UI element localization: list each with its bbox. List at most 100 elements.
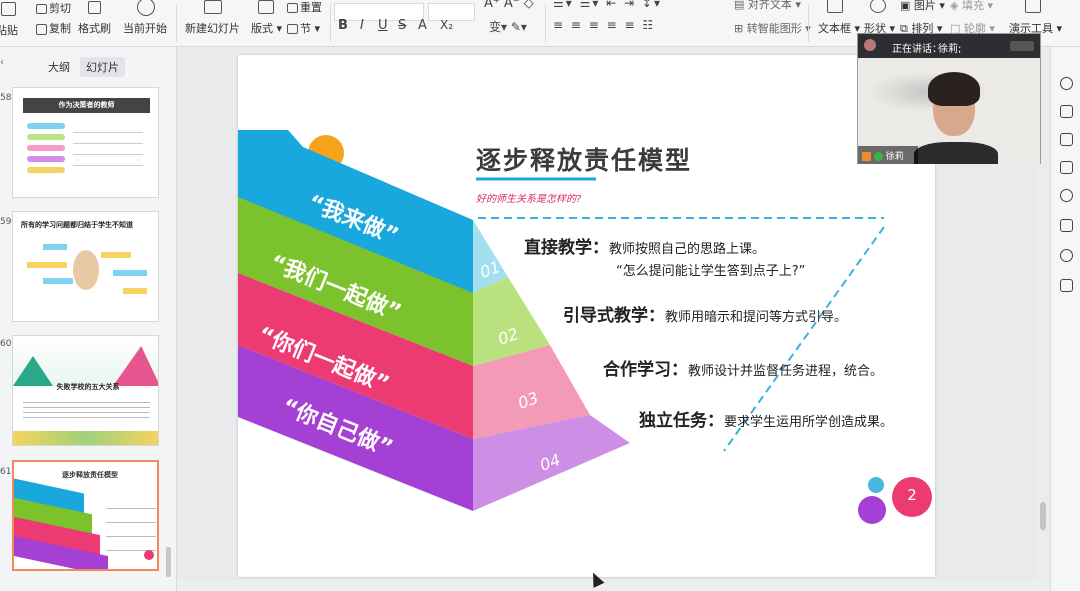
scissors-icon xyxy=(36,4,47,14)
item-text: 要求学生运用所学创造成果。 xyxy=(724,415,894,430)
paste-button[interactable] xyxy=(1,2,18,16)
robot-icon[interactable] xyxy=(1060,219,1073,232)
thumb-number: 61 xyxy=(0,467,12,477)
tools-icon[interactable] xyxy=(1060,279,1073,292)
slide-thumbnail[interactable]: 作为决策者的教师 xyxy=(12,87,159,198)
play-icon[interactable] xyxy=(137,0,155,19)
thumbnail-scrollbar[interactable] xyxy=(166,547,171,577)
item-independent-task: 独立任务：要求学生运用所学创造成果。 xyxy=(639,406,893,431)
participant-tag: 徐莉 xyxy=(858,146,918,164)
slide-thumbnail[interactable]: 失败学校的五大关系 xyxy=(12,335,159,446)
location-icon[interactable] xyxy=(1060,249,1073,262)
right-sidebar xyxy=(1050,47,1080,591)
item-question: “怎么提问能让学生答到点子上?” xyxy=(616,260,805,279)
reset-button[interactable]: 重置 xyxy=(287,0,322,15)
thumb-title: 逐步释放责任模型 xyxy=(62,471,118,479)
decor-circle xyxy=(868,477,884,493)
fill-label: 填充 xyxy=(961,0,984,12)
item-head: 直接教学： xyxy=(524,238,609,258)
list-icons[interactable]: ☰▾ ☰▾ ⇤ ⇥ ↕▾ xyxy=(553,0,662,10)
slide-thumbnail[interactable]: 所有的学习问题都归结于学生不知道 xyxy=(12,211,159,322)
copy-label: 复制 xyxy=(49,22,71,35)
copy-icon xyxy=(36,23,47,35)
bold-button[interactable]: B xyxy=(338,18,348,33)
mic-icon xyxy=(873,152,883,161)
thumb-number: 58 xyxy=(0,93,12,103)
underline-button[interactable]: U xyxy=(378,18,388,33)
user-icon xyxy=(862,152,871,161)
person-body xyxy=(914,142,998,164)
video-header: 正在讲话： 徐莉; xyxy=(858,34,1040,58)
participant-name: 徐莉 xyxy=(885,152,904,162)
format-painter-button[interactable] xyxy=(82,0,103,14)
video-call-window[interactable]: 正在讲话： 徐莉; 徐莉 xyxy=(857,33,1041,164)
section-icon xyxy=(287,24,298,34)
thumb-number: 59 xyxy=(0,217,12,227)
horizontal-scrollbar[interactable] xyxy=(177,580,1050,591)
new-slide-icon[interactable] xyxy=(204,0,224,14)
textbox-button[interactable]: 文本框 ▾ xyxy=(818,20,860,36)
paste-icon xyxy=(1,2,16,16)
item-guided-teaching: 引导式教学：教师用暗示和提问等方式引导。 xyxy=(563,301,847,326)
italic-button[interactable]: I xyxy=(360,18,364,33)
layout-icon[interactable] xyxy=(258,0,276,14)
copy-button[interactable]: 复制 xyxy=(36,20,71,36)
thumb-title: 所有的学习问题都归结于学生不知道 xyxy=(21,221,133,229)
person-hair xyxy=(928,72,980,106)
strike-button[interactable]: S xyxy=(398,18,406,33)
thumb-title: 作为决策者的教师 xyxy=(23,98,150,113)
smart-graphic-label: 转智能图形 xyxy=(746,22,802,35)
phonetic-icon[interactable]: 变▾ ✎▾ xyxy=(489,18,527,35)
video-feed: 徐莉 xyxy=(858,58,1040,164)
start-from-current-button[interactable]: 当前开始 xyxy=(123,20,167,36)
align-text-label: 对齐文本 xyxy=(747,0,792,11)
copy-icon[interactable] xyxy=(1060,161,1073,174)
font-grow-icon[interactable]: A⁺ A⁻ ◇ xyxy=(484,0,534,11)
font-color-button[interactable]: A xyxy=(418,18,427,33)
slide: “我来做” “我们一起做” “你们一起做” “你自己做” 01 02 03 04… xyxy=(238,55,935,577)
slide-thumbnail-panel: ‹ 大纲 幻灯片 58 作为决策者的教师 59 所有的学习问题都归结于学生不知道… xyxy=(0,47,177,591)
star-icon[interactable] xyxy=(1060,133,1073,146)
item-head: 引导式教学： xyxy=(563,306,665,326)
picture-button[interactable]: ▣ 图片 ▾ xyxy=(900,0,945,13)
subscript-button[interactable]: X₂ xyxy=(440,18,453,32)
section-button[interactable]: 节 ▾ xyxy=(287,20,320,36)
tab-slides[interactable]: 幻灯片 xyxy=(80,57,125,77)
shape-icon[interactable] xyxy=(870,0,888,13)
item-text: 教师按照自己的思路上课。 xyxy=(609,242,766,257)
align-text-button[interactable]: ▤ 对齐文本 ▾ xyxy=(734,0,801,12)
presentation-tools-icon[interactable] xyxy=(1025,0,1043,13)
fill-button[interactable]: ◈ 填充 ▾ xyxy=(950,0,993,13)
decor-circle xyxy=(858,496,886,524)
page-badge: 2 xyxy=(907,486,917,504)
smart-graphic-button[interactable]: ⊞ 转智能图形 ▾ xyxy=(734,20,811,36)
speaker-avatar xyxy=(864,39,876,51)
textbox-icon[interactable] xyxy=(827,0,845,13)
item-head: 独立任务： xyxy=(639,411,724,431)
slide-title: 逐步释放责任模型 xyxy=(476,146,693,175)
section-label: 节 xyxy=(300,22,311,35)
item-head: 合作学习： xyxy=(603,360,688,380)
thumb-number: 60 xyxy=(0,339,12,349)
item-text: 教师设计并监督任务进程，统合。 xyxy=(688,364,884,379)
layout-button[interactable]: 版式 ▾ xyxy=(251,20,282,36)
new-slide-button[interactable]: 新建幻灯片 xyxy=(185,20,240,36)
cut-button[interactable]: 剪切 xyxy=(36,0,71,16)
speaker-name: 徐莉; xyxy=(938,44,962,55)
window-controls[interactable] xyxy=(1010,41,1034,51)
help-icon[interactable] xyxy=(1060,189,1073,202)
thumb-title: 失败学校的五大关系 xyxy=(56,383,120,391)
slide-thumbnail-selected[interactable]: 逐步释放责任模型 xyxy=(12,460,159,571)
tab-outline[interactable]: 大纲 xyxy=(42,57,76,77)
paste-label[interactable]: 粘贴 xyxy=(0,22,18,38)
align-icons[interactable]: ≡ ≡ ≡ ≡ ≡ ☷ xyxy=(553,18,655,32)
layout-label: 版式 xyxy=(251,22,273,35)
item-text: 教师用暗示和提问等方式引导。 xyxy=(665,310,848,325)
picture-label: 图片 xyxy=(913,0,936,12)
format-painter-label[interactable]: 格式刷 xyxy=(78,20,111,36)
item-text: “怎么提问能让学生答到点子上?” xyxy=(616,264,806,279)
sliders-icon[interactable] xyxy=(1060,105,1073,118)
collapse-icon[interactable]: ‹ xyxy=(0,57,4,68)
slide-subtitle: 好的师生关系是怎样的? xyxy=(476,194,582,205)
rocket-icon[interactable] xyxy=(1060,77,1073,90)
